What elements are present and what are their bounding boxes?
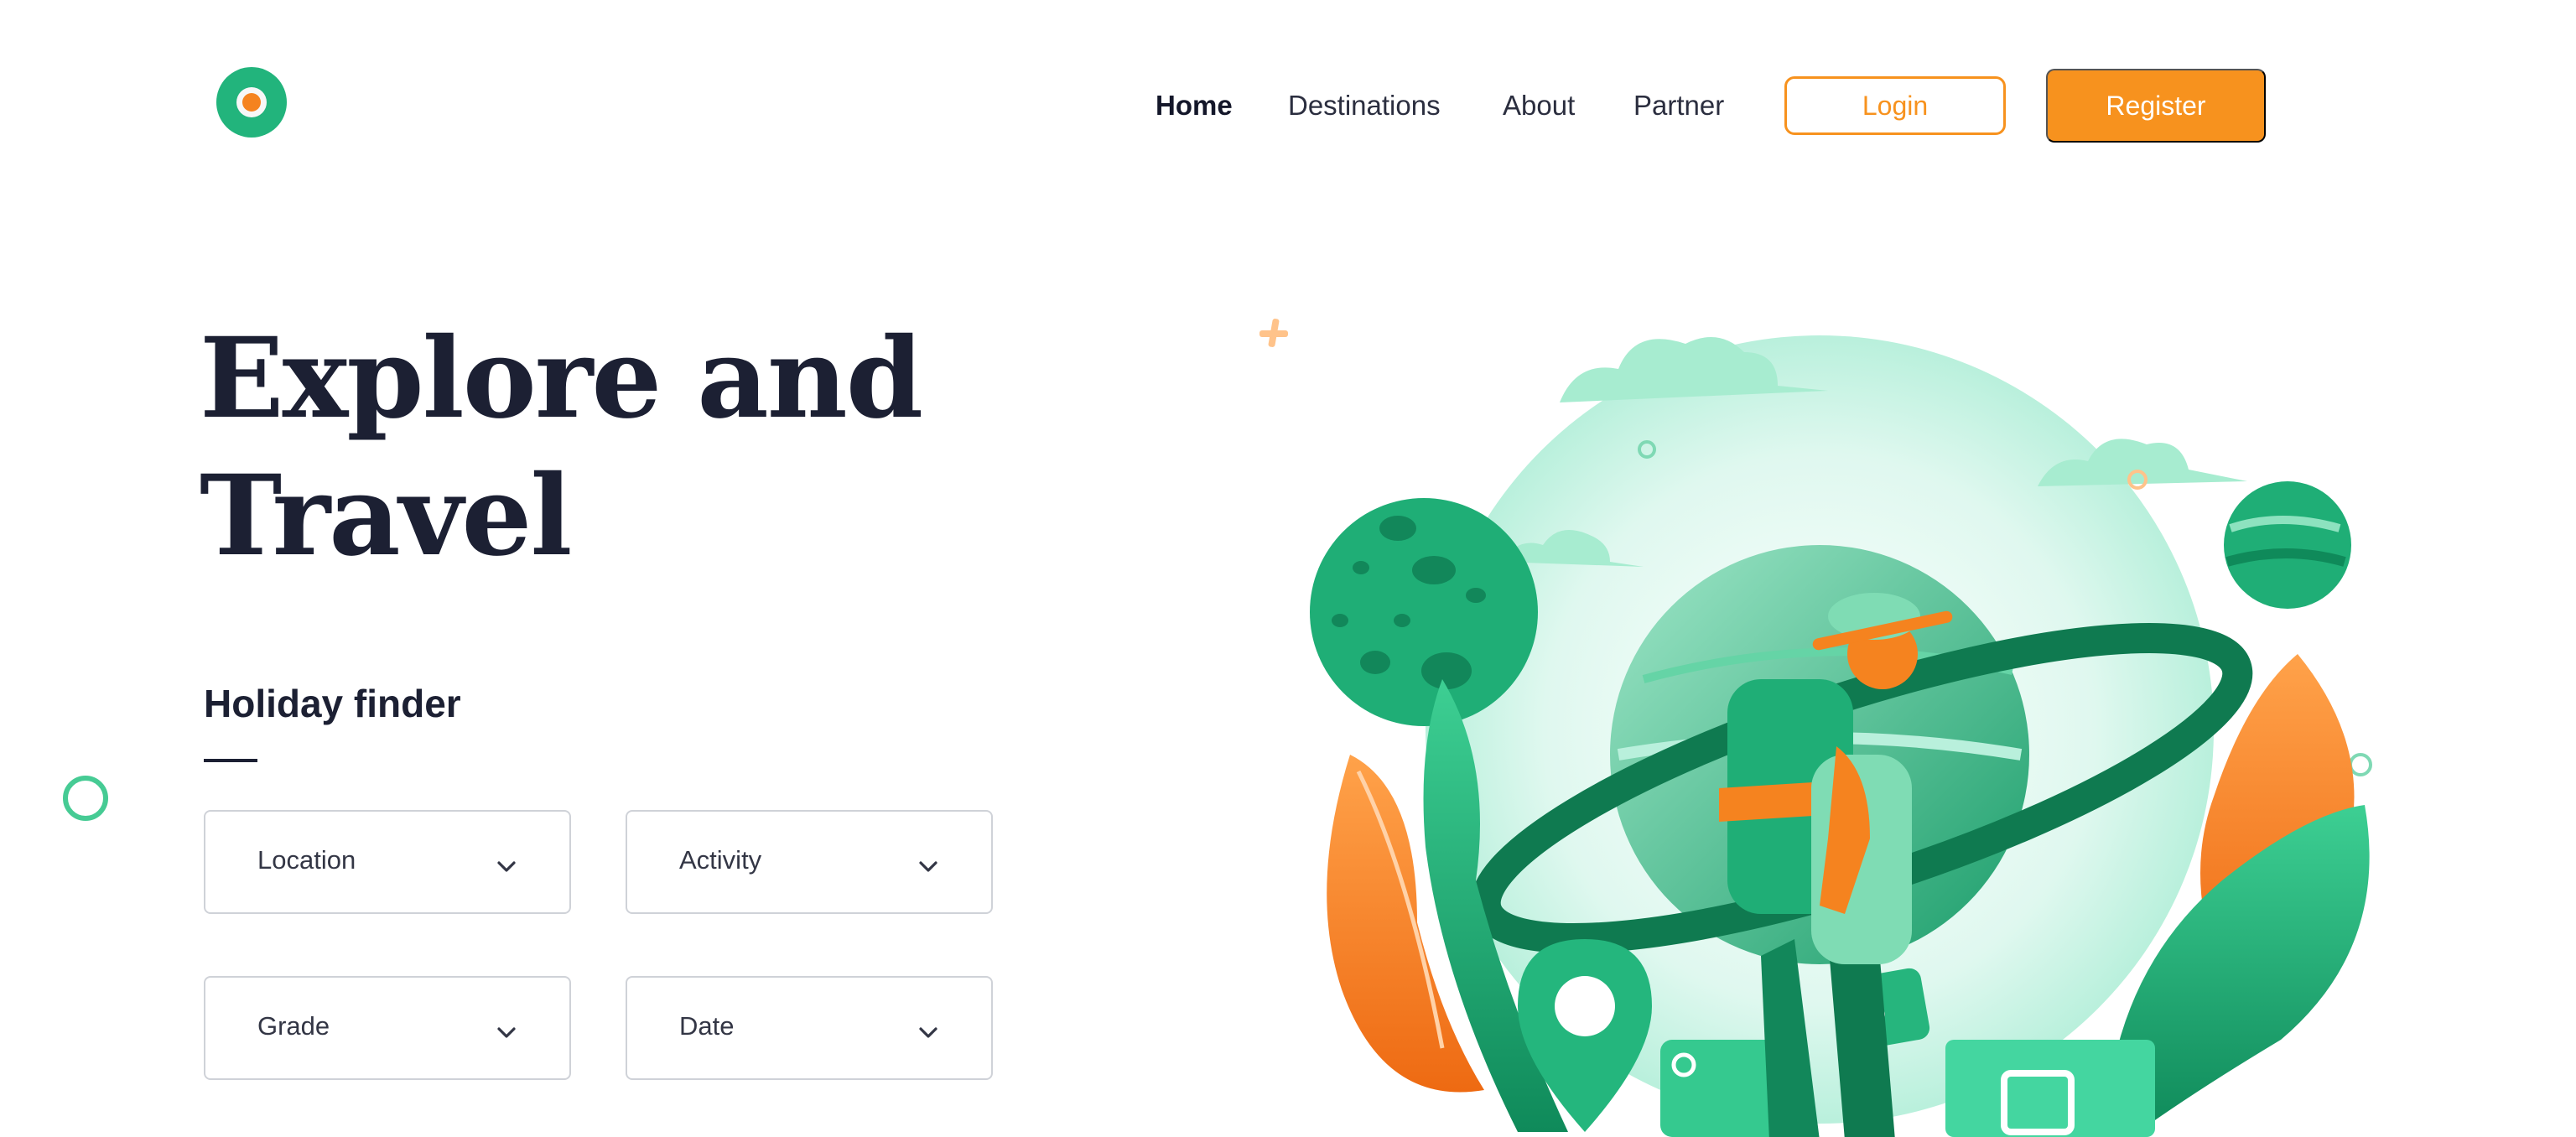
finder-divider: [204, 759, 257, 762]
nav-destinations-link[interactable]: Destinations: [1288, 89, 1441, 122]
location-select[interactable]: Location: [204, 810, 571, 914]
grade-select-label: Grade: [257, 1011, 330, 1041]
chevron-down-icon: [919, 861, 937, 872]
activity-select-label: Activity: [679, 845, 762, 875]
decorative-ring: [63, 776, 108, 821]
logo-dot: [242, 93, 261, 112]
date-select[interactable]: Date: [626, 976, 993, 1080]
register-button[interactable]: Register: [2046, 69, 2266, 143]
location-select-label: Location: [257, 845, 356, 875]
chevron-down-icon: [919, 1027, 937, 1038]
logo-icon[interactable]: [216, 67, 287, 138]
grade-select[interactable]: Grade: [204, 976, 571, 1080]
hero-title-line1: Explore and: [200, 314, 923, 444]
nav-home-link[interactable]: Home: [1156, 89, 1233, 122]
hero-title-line2: Travel: [200, 451, 573, 581]
nav-partner-link[interactable]: Partner: [1633, 89, 1724, 122]
login-button[interactable]: Login: [1784, 76, 2006, 135]
nav-about-link[interactable]: About: [1503, 89, 1575, 122]
chevron-down-icon: [497, 861, 516, 872]
date-select-label: Date: [679, 1011, 735, 1041]
traveler-illustration: [1259, 319, 2372, 1137]
chevron-down-icon: [497, 1027, 516, 1038]
activity-select[interactable]: Activity: [626, 810, 993, 914]
finder-heading: Holiday finder: [204, 682, 461, 725]
hero-title: Explore and Travel: [200, 310, 923, 585]
